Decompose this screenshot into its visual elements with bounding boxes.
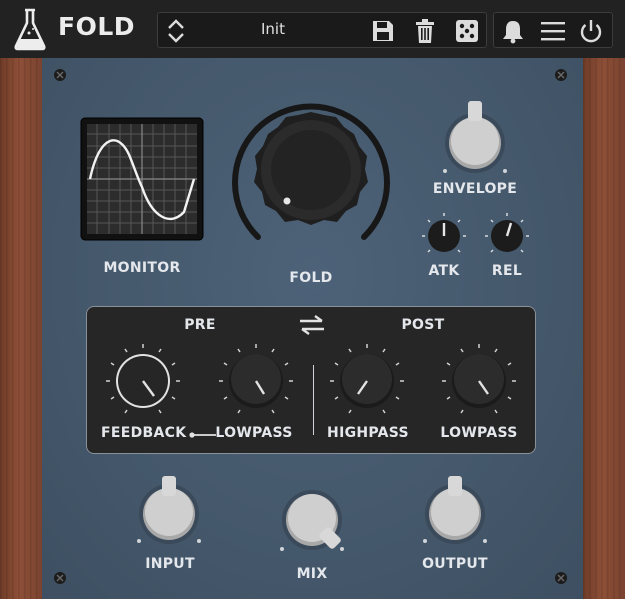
right-wood-panel bbox=[583, 58, 625, 599]
app-title: FOLD bbox=[58, 12, 136, 41]
filter-section: PRE POST FEEDBACK LOWPASS HIGHPASS LOWPA… bbox=[86, 306, 536, 454]
pre-lowpass-label: LOWPASS bbox=[215, 425, 293, 441]
swap-arrows-icon[interactable] bbox=[298, 315, 326, 335]
mix-label: MIX bbox=[296, 566, 328, 582]
fold-knob[interactable] bbox=[226, 94, 396, 264]
input-knob[interactable] bbox=[126, 476, 212, 556]
pre-lowpass-knob[interactable] bbox=[216, 341, 296, 421]
feedback-knob[interactable] bbox=[103, 341, 183, 421]
highpass-knob[interactable] bbox=[327, 341, 407, 421]
section-divider bbox=[313, 365, 314, 435]
attack-label: ATK bbox=[428, 263, 460, 279]
output-label: OUTPUT bbox=[422, 556, 488, 572]
screw-icon bbox=[555, 572, 567, 584]
highpass-label: HIGHPASS bbox=[327, 425, 409, 441]
release-knob[interactable] bbox=[483, 212, 531, 258]
post-lowpass-label: LOWPASS bbox=[440, 425, 518, 441]
attack-knob[interactable] bbox=[420, 212, 468, 258]
preset-selector[interactable]: Init bbox=[157, 12, 487, 48]
post-label: POST bbox=[401, 317, 445, 333]
power-icon[interactable] bbox=[578, 18, 604, 44]
output-knob[interactable] bbox=[412, 476, 498, 556]
screw-icon bbox=[54, 572, 66, 584]
screw-icon bbox=[54, 69, 66, 81]
post-lowpass-knob[interactable] bbox=[439, 341, 519, 421]
utility-buttons bbox=[493, 12, 613, 48]
top-bar: FOLD Init bbox=[0, 0, 625, 58]
feedback-label: FEEDBACK bbox=[101, 425, 187, 441]
preset-name[interactable]: Init bbox=[218, 20, 328, 38]
left-wood-panel bbox=[0, 58, 42, 599]
bell-icon[interactable] bbox=[500, 18, 526, 44]
fold-label: FOLD bbox=[289, 270, 333, 286]
pre-label: PRE bbox=[184, 317, 216, 333]
trash-icon[interactable] bbox=[412, 18, 438, 44]
menu-icon[interactable] bbox=[540, 18, 566, 44]
monitor-label: MONITOR bbox=[103, 260, 181, 276]
flask-logo-icon bbox=[12, 6, 48, 52]
save-icon[interactable] bbox=[370, 18, 396, 44]
monitor-display bbox=[80, 117, 204, 241]
dice-icon[interactable] bbox=[454, 18, 480, 44]
input-label: INPUT bbox=[145, 556, 195, 572]
screw-icon bbox=[555, 69, 567, 81]
envelope-label: ENVELOPE bbox=[432, 181, 518, 197]
envelope-knob[interactable] bbox=[435, 98, 515, 183]
mix-knob[interactable] bbox=[269, 484, 355, 560]
release-label: REL bbox=[491, 263, 523, 279]
up-down-arrows-icon[interactable] bbox=[166, 17, 186, 45]
